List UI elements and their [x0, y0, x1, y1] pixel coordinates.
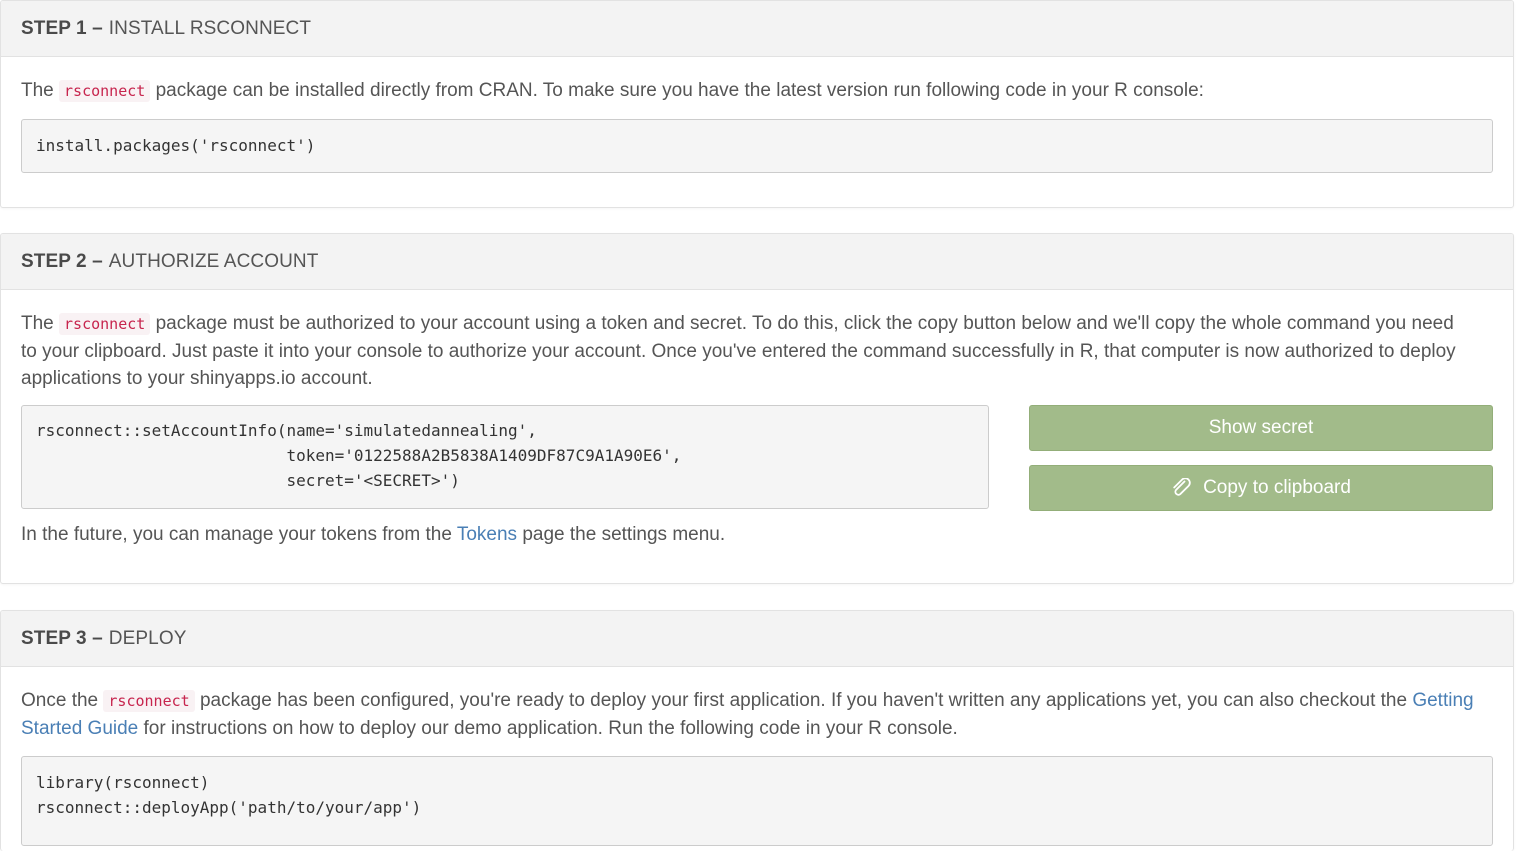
step3-heading: STEP 3 – DEPLOY	[1, 611, 1513, 667]
step3-text-mid: package has been configured, you're read…	[199, 690, 1408, 711]
step2-title: AUTHORIZE ACCOUNT	[108, 250, 319, 272]
step2-description: The rsconnect package must be authorized…	[21, 310, 1461, 392]
step1-title: INSTALL RSCONNECT	[108, 17, 312, 39]
step3-text-after: for instructions on how to deploy our de…	[143, 718, 958, 739]
step3-label: STEP 3 –	[21, 627, 103, 649]
step1-text-after: package can be installed directly from C…	[155, 80, 1204, 101]
show-secret-button[interactable]: Show secret	[1029, 405, 1493, 451]
step2-footer: In the future, you can manage your token…	[21, 521, 1021, 548]
step3-panel: STEP 3 – DEPLOY Once the rsconnect packa…	[0, 610, 1514, 851]
show-secret-label: Show secret	[1208, 417, 1314, 438]
step2-label: STEP 2 –	[21, 250, 103, 272]
step2-footer-after: page the settings menu.	[522, 524, 726, 545]
step1-panel: STEP 1 – INSTALL RSCONNECT The rsconnect…	[0, 0, 1514, 208]
step2-text-after: package must be authorized to your accou…	[21, 313, 1456, 389]
step3-title: DEPLOY	[108, 627, 187, 649]
step3-text-before: Once the	[21, 690, 99, 711]
copy-to-clipboard-button[interactable]: Copy to clipboard	[1029, 465, 1493, 511]
install-code-block[interactable]: install.packages('rsconnect')	[21, 119, 1493, 173]
rsconnect-inline-code: rsconnect	[59, 313, 151, 335]
step1-heading: STEP 1 – INSTALL RSCONNECT	[1, 1, 1513, 57]
step1-description: The rsconnect package can be installed d…	[21, 77, 1491, 105]
tokens-link[interactable]: Tokens	[457, 524, 517, 545]
rsconnect-inline-code: rsconnect	[59, 80, 151, 102]
step1-text-before: The	[21, 80, 54, 101]
paperclip-icon	[1171, 478, 1193, 498]
step3-description: Once the rsconnect package has been conf…	[21, 687, 1491, 742]
step2-footer-before: In the future, you can manage your token…	[21, 524, 452, 545]
step2-text-before: The	[21, 313, 54, 334]
copy-to-clipboard-label: Copy to clipboard	[1203, 477, 1351, 498]
step1-label: STEP 1 –	[21, 17, 103, 39]
rsconnect-inline-code: rsconnect	[103, 690, 195, 712]
step2-panel: STEP 2 – AUTHORIZE ACCOUNT The rsconnect…	[0, 233, 1514, 584]
step2-heading: STEP 2 – AUTHORIZE ACCOUNT	[1, 234, 1513, 290]
deploy-code-block[interactable]: library(rsconnect) rsconnect::deployApp(…	[21, 756, 1493, 846]
account-info-code-block[interactable]: rsconnect::setAccountInfo(name='simulate…	[21, 405, 989, 509]
